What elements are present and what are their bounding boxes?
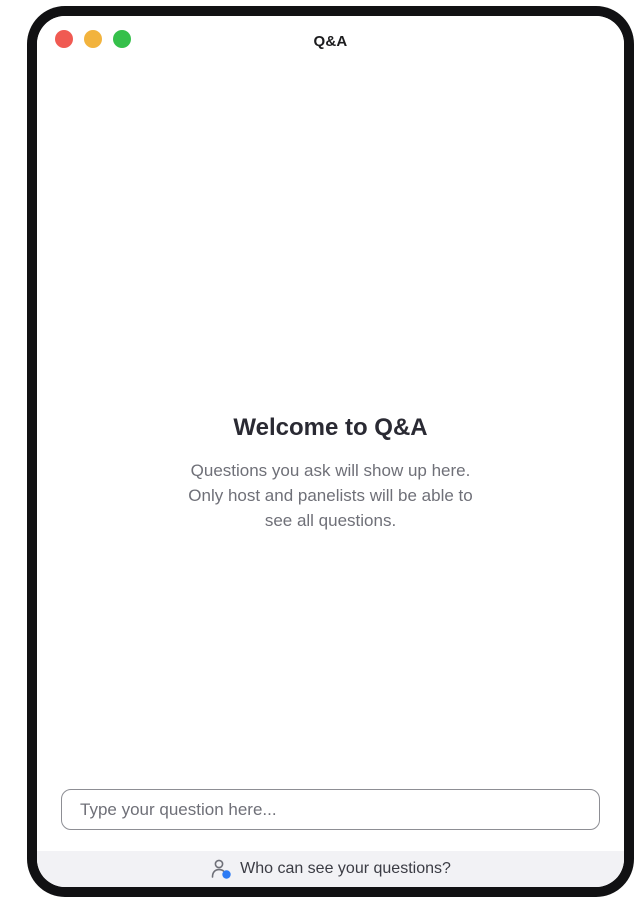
who-can-see-questions-label: Who can see your questions? <box>240 860 451 877</box>
welcome-heading: Welcome to Q&A <box>233 414 428 441</box>
who-can-see-questions-link[interactable]: Who can see your questions? <box>37 851 624 887</box>
question-input[interactable] <box>61 789 600 830</box>
device-frame: Q&A Welcome to Q&A Questions you ask wil… <box>27 6 634 897</box>
user-visibility-icon <box>210 857 234 881</box>
title-bar: Q&A <box>37 16 624 71</box>
qa-window: Q&A Welcome to Q&A Questions you ask wil… <box>37 16 624 887</box>
question-input-area <box>37 789 624 851</box>
window-title: Q&A <box>313 33 348 50</box>
welcome-message: Questions you ask will show up here. Onl… <box>188 461 473 530</box>
qa-empty-state: Welcome to Q&A Questions you ask will sh… <box>37 71 624 789</box>
